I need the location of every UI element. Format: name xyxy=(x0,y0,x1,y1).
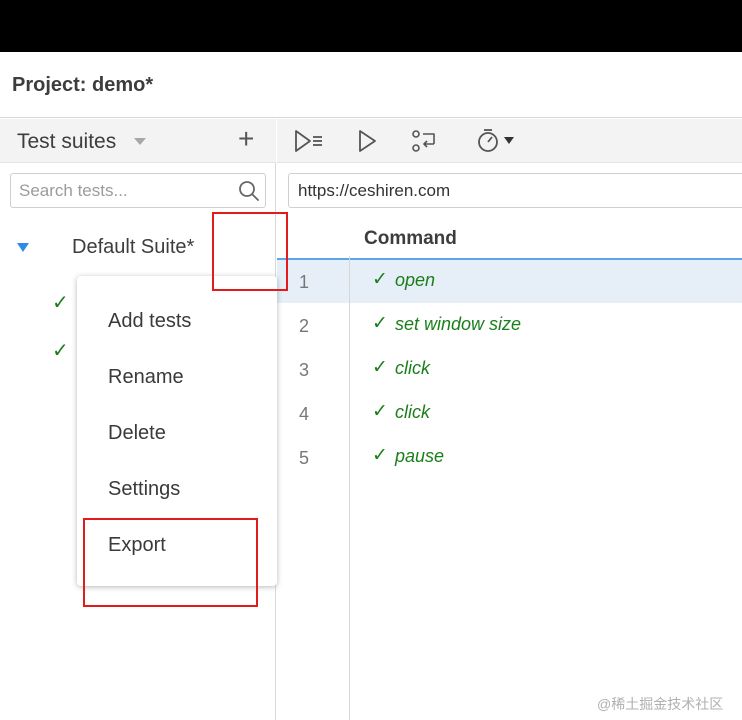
menu-item-add-tests[interactable]: Add tests xyxy=(108,310,191,333)
row-command: pause xyxy=(395,446,445,466)
command-table: Command 1 ✓ open 2 ✓ set window size 3 ✓… xyxy=(277,218,742,720)
watermark: @稀土掘金技术社区 xyxy=(597,696,724,712)
annotation-box-menu-trigger xyxy=(212,212,288,291)
command-column-header: Command xyxy=(364,228,457,249)
run-all-icon[interactable] xyxy=(293,127,325,155)
pass-check-icon: ✓ xyxy=(372,313,388,334)
pass-check-icon: ✓ xyxy=(372,357,388,378)
annotation-box-export xyxy=(83,518,258,607)
plus-icon[interactable]: + xyxy=(238,125,254,153)
run-icon[interactable] xyxy=(356,127,380,155)
row-command: click xyxy=(395,402,430,422)
menu-item-delete[interactable]: Delete xyxy=(108,422,166,445)
row-command: set window size xyxy=(395,314,522,334)
caret-down-icon[interactable] xyxy=(134,138,146,145)
test-pass-check-icon: ✓ xyxy=(52,340,69,362)
project-title: Project: demo* xyxy=(12,74,154,96)
table-row[interactable]: 5 ✓ pause xyxy=(277,436,742,479)
column-divider xyxy=(349,256,350,720)
row-number: 3 xyxy=(299,360,310,380)
table-row[interactable]: 2 ✓ set window size xyxy=(277,304,742,347)
row-number: 1 xyxy=(299,272,310,292)
expand-caret-icon[interactable] xyxy=(17,243,29,252)
pass-check-icon: ✓ xyxy=(372,269,388,290)
row-number: 5 xyxy=(299,448,310,468)
toolbar xyxy=(277,119,742,163)
search-icon[interactable] xyxy=(237,179,261,203)
test-pass-check-icon: ✓ xyxy=(52,292,69,314)
suites-dropdown-label[interactable]: Test suites xyxy=(17,130,116,154)
suites-header: Test suites + xyxy=(0,119,276,163)
menu-item-rename[interactable]: Rename xyxy=(108,366,184,389)
top-black-bar xyxy=(0,0,742,52)
speed-icon[interactable] xyxy=(477,127,523,155)
table-row[interactable]: 1 ✓ open xyxy=(277,260,742,303)
search-box xyxy=(10,173,266,208)
row-number: 2 xyxy=(299,316,310,336)
pass-check-icon: ✓ xyxy=(372,445,388,466)
project-header: Project: demo* xyxy=(0,52,742,118)
record-icon[interactable] xyxy=(410,127,438,155)
pass-check-icon: ✓ xyxy=(372,401,388,422)
suite-item-default[interactable]: Default Suite* xyxy=(72,236,194,259)
row-number: 4 xyxy=(299,404,310,424)
table-row[interactable]: 3 ✓ click xyxy=(277,348,742,391)
base-url-input[interactable] xyxy=(288,173,742,208)
table-row[interactable]: 4 ✓ click xyxy=(277,392,742,435)
search-input[interactable] xyxy=(19,180,229,202)
row-command: click xyxy=(395,358,430,378)
row-command: open xyxy=(395,270,436,290)
menu-item-settings[interactable]: Settings xyxy=(108,478,180,501)
